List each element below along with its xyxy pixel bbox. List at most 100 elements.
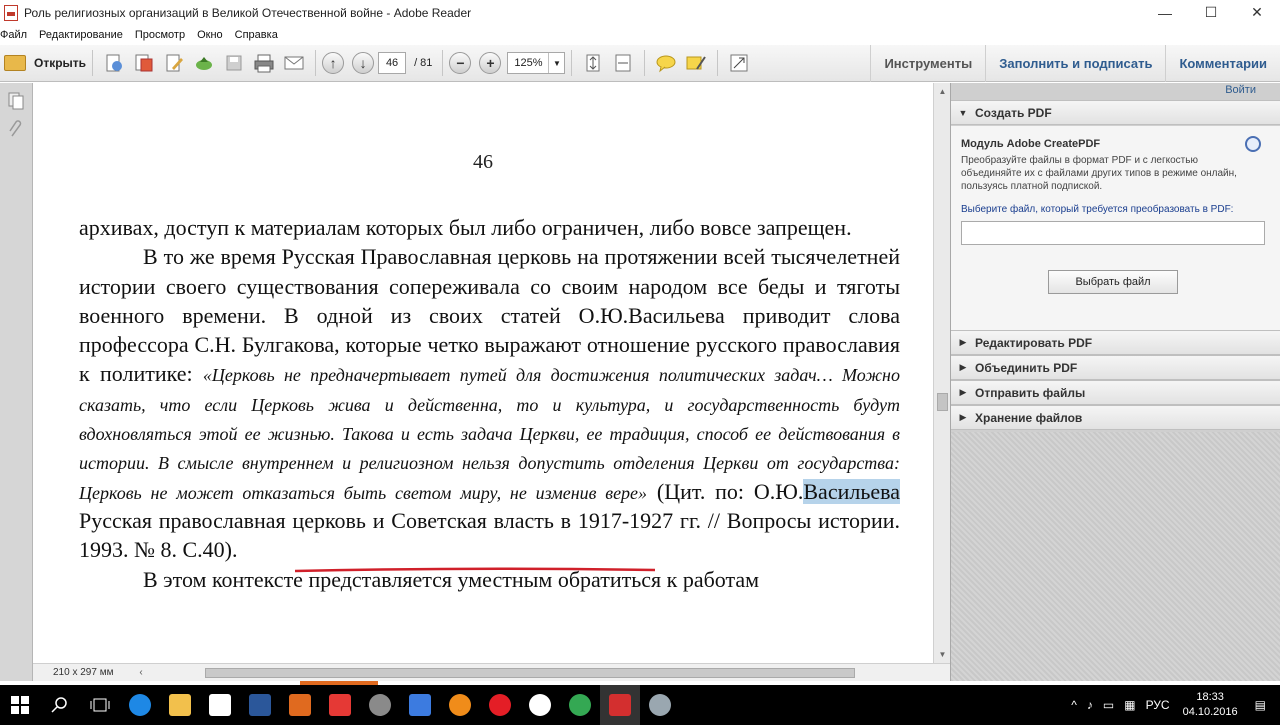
close-button[interactable]: ✕ bbox=[1234, 0, 1280, 25]
menu-edit[interactable]: Редактирование bbox=[39, 29, 129, 41]
expand-icon[interactable] bbox=[726, 50, 752, 76]
folder-icon bbox=[169, 694, 191, 716]
tab-comments[interactable]: Комментарии bbox=[1165, 45, 1280, 82]
page-text: архивах, доступ к материалам которых был… bbox=[79, 213, 900, 594]
taskbar-yandex[interactable] bbox=[320, 685, 360, 725]
red-underline-annotation bbox=[295, 567, 655, 573]
section-create-pdf[interactable]: ▼ Создать PDF bbox=[951, 100, 1280, 125]
horizontal-scrollbar[interactable]: 210 x 297 мм ‹ bbox=[33, 663, 950, 681]
edge-icon bbox=[129, 694, 151, 716]
task-view-icon bbox=[90, 698, 110, 712]
horizontal-scroll-track[interactable] bbox=[149, 666, 880, 680]
upload-cloud-icon[interactable] bbox=[191, 50, 217, 76]
battery-icon[interactable]: ▭ bbox=[1103, 698, 1114, 712]
email-icon[interactable] bbox=[281, 50, 307, 76]
page-number-input[interactable]: 46 bbox=[378, 52, 407, 74]
zoom-in-button[interactable]: + bbox=[479, 52, 502, 74]
word-icon bbox=[249, 694, 271, 716]
taskbar-word[interactable] bbox=[240, 685, 280, 725]
task-view-button[interactable] bbox=[80, 685, 120, 725]
minimize-button[interactable]: — bbox=[1142, 0, 1188, 25]
login-link[interactable]: Войти bbox=[1225, 84, 1256, 96]
fit-page-icon[interactable] bbox=[580, 50, 606, 76]
choose-file-button[interactable]: Выбрать файл bbox=[1048, 270, 1178, 294]
toolbar-separator bbox=[442, 50, 444, 76]
highlight-icon[interactable] bbox=[683, 50, 709, 76]
attachments-icon[interactable] bbox=[6, 119, 26, 139]
clock-date: 04.10.2016 bbox=[1182, 706, 1238, 718]
page-thumbnails-icon[interactable] bbox=[6, 91, 26, 111]
comment-icon[interactable] bbox=[653, 50, 679, 76]
citation-prefix: (Цит. по: О.Ю. bbox=[647, 478, 804, 504]
scroll-up-arrow-icon[interactable]: ▲ bbox=[934, 83, 950, 100]
vertical-scrollbar[interactable]: ▲ ▼ bbox=[933, 83, 950, 663]
tab-fill-sign[interactable]: Заполнить и подписать bbox=[985, 45, 1165, 82]
start-button[interactable] bbox=[0, 685, 40, 725]
yandex-browser-icon bbox=[529, 694, 551, 716]
toolbar-separator bbox=[315, 50, 317, 76]
chevron-down-icon[interactable]: ▼ bbox=[548, 53, 564, 73]
section-store-files[interactable]: ▶ Хранение файлов bbox=[951, 405, 1280, 430]
menu-file[interactable]: Файл bbox=[0, 29, 33, 41]
document-viewer[interactable]: 46 архивах, доступ к материалам которых … bbox=[33, 83, 950, 681]
menu-view[interactable]: Просмотр bbox=[135, 29, 191, 41]
disc-icon bbox=[369, 694, 391, 716]
taskbar-chrome[interactable] bbox=[560, 685, 600, 725]
taskbar-adobe-reader[interactable] bbox=[600, 685, 640, 725]
citation-rest: Русская православная церковь и Советская… bbox=[79, 507, 900, 563]
taskbar-opera[interactable] bbox=[480, 685, 520, 725]
maximize-button[interactable]: ☐ bbox=[1188, 0, 1234, 25]
folder-icon bbox=[4, 55, 26, 71]
panel-empty-area bbox=[951, 432, 1280, 681]
tab-tools[interactable]: Инструменты bbox=[870, 45, 985, 82]
section-send-files[interactable]: ▶ Отправить файлы bbox=[951, 380, 1280, 405]
taskbar-yandex-browser[interactable] bbox=[520, 685, 560, 725]
scroll-down-arrow-icon[interactable]: ▼ bbox=[934, 646, 950, 663]
taskbar-disc[interactable] bbox=[360, 685, 400, 725]
zoom-out-button[interactable]: − bbox=[449, 52, 472, 74]
fit-width-icon[interactable] bbox=[610, 50, 636, 76]
menu-help[interactable]: Справка bbox=[235, 29, 284, 41]
paragraph-1: архивах, доступ к материалам которых был… bbox=[79, 215, 852, 240]
taskbar-edge[interactable] bbox=[120, 685, 160, 725]
section-edit-pdf[interactable]: ▶ Редактировать PDF bbox=[951, 330, 1280, 355]
volume-icon[interactable]: ♪ bbox=[1087, 698, 1093, 712]
network-icon[interactable]: ▦ bbox=[1124, 698, 1135, 712]
taskbar-explorer[interactable] bbox=[160, 685, 200, 725]
search-button[interactable] bbox=[40, 685, 80, 725]
toolbar-separator bbox=[717, 50, 719, 76]
taskbar-store[interactable] bbox=[200, 685, 240, 725]
create-pdf-icon[interactable] bbox=[101, 50, 127, 76]
choose-file-label: Выберите файл, который требуется преобра… bbox=[961, 204, 1234, 215]
page-up-button[interactable]: ↑ bbox=[322, 52, 345, 74]
language-indicator[interactable]: РУС bbox=[1146, 698, 1170, 712]
combine-pdf-icon[interactable] bbox=[131, 50, 157, 76]
taskbar-app-orange[interactable] bbox=[280, 685, 320, 725]
menu-window[interactable]: Окно bbox=[197, 29, 229, 41]
triangle-right-icon: ▶ bbox=[959, 337, 967, 347]
taskbar-mail[interactable] bbox=[400, 685, 440, 725]
arrow-up-icon: ↑ bbox=[329, 55, 337, 71]
taskbar-avast[interactable] bbox=[440, 685, 480, 725]
save-icon[interactable] bbox=[221, 50, 247, 76]
scroll-left-arrow-icon[interactable]: ‹ bbox=[133, 667, 149, 678]
file-input[interactable] bbox=[961, 221, 1265, 245]
createpdf-module-icon[interactable] bbox=[1245, 136, 1261, 152]
section-combine-pdf[interactable]: ▶ Объединить PDF bbox=[951, 355, 1280, 380]
clock[interactable]: 18:33 04.10.2016 bbox=[1183, 690, 1238, 720]
zoom-select[interactable]: 125% ▼ bbox=[507, 52, 566, 74]
scroll-thumb[interactable] bbox=[937, 393, 948, 411]
page-number: 46 bbox=[473, 151, 493, 173]
edit-pdf-icon[interactable] bbox=[161, 50, 187, 76]
print-icon[interactable] bbox=[251, 50, 277, 76]
chevron-up-icon[interactable]: ^ bbox=[1071, 698, 1077, 712]
taskbar-paint[interactable] bbox=[640, 685, 680, 725]
horizontal-scroll-thumb[interactable] bbox=[205, 667, 855, 678]
menu-bar: Файл Редактирование Просмотр Окно Справк… bbox=[0, 25, 1280, 45]
paragraph-2: В то же время Русская Православная церко… bbox=[79, 242, 900, 564]
open-button[interactable]: Открыть bbox=[4, 55, 86, 71]
notifications-icon[interactable]: ▤ bbox=[1255, 698, 1266, 712]
section-store-files-label: Хранение файлов bbox=[975, 410, 1083, 425]
module-title: Модуль Adobe CreatePDF bbox=[961, 138, 1101, 150]
page-down-button[interactable]: ↓ bbox=[352, 52, 375, 74]
